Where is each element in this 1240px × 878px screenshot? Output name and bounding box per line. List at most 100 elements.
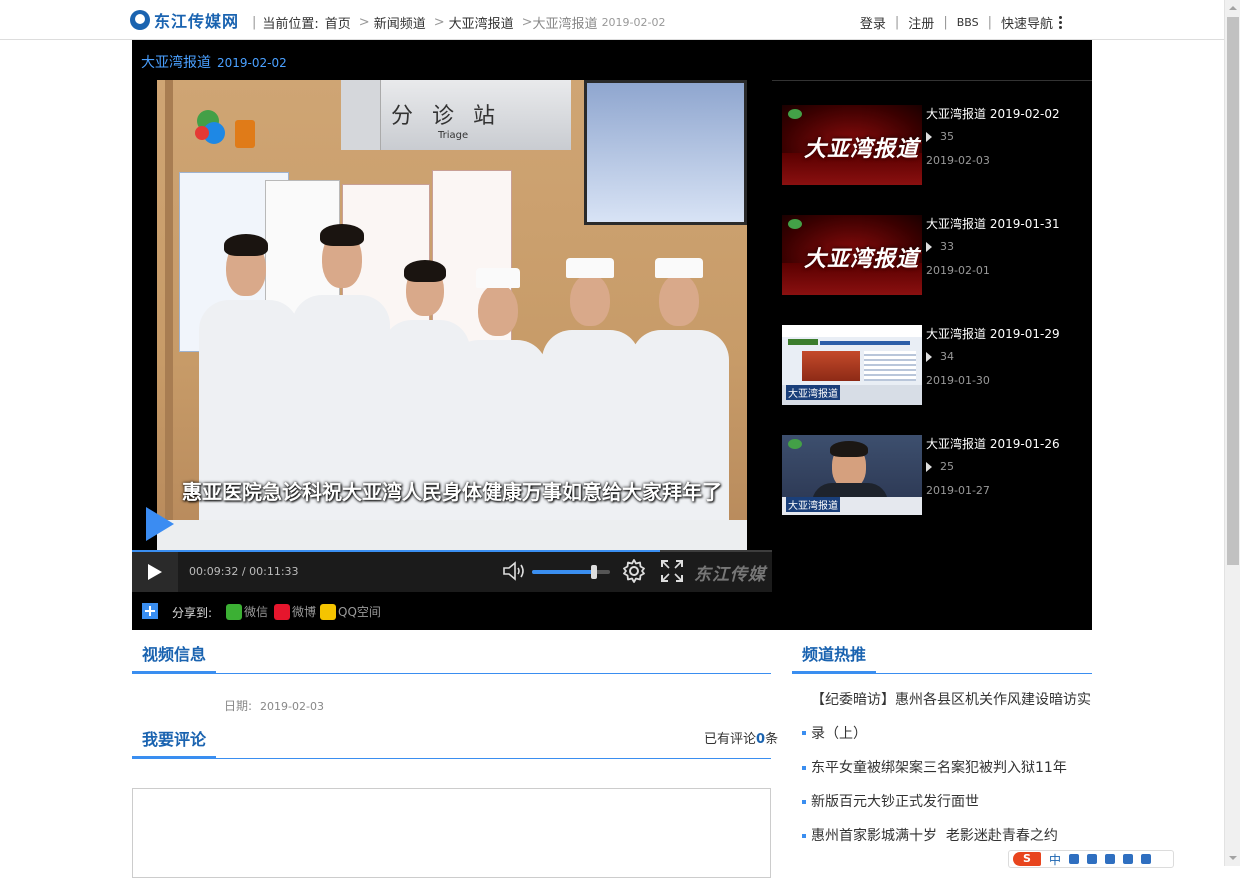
playlist-date: 2019-02-01 bbox=[926, 264, 990, 277]
tv-station-logo bbox=[193, 110, 233, 158]
keyboard-icon[interactable] bbox=[1123, 854, 1134, 864]
volume-slider[interactable] bbox=[532, 565, 610, 579]
hot-list-item[interactable]: 【纪委暗访】惠州各县区机关作风建设暗访实录（上） bbox=[800, 683, 1096, 751]
comment-count: 已有评论0条 bbox=[704, 728, 778, 747]
playlist-item[interactable]: 大亚湾报道 大亚湾报道 2019-01-31 33 2019-02-01 bbox=[782, 215, 1082, 297]
playlist-date: 2019-01-30 bbox=[926, 374, 990, 387]
playlist-title[interactable]: 大亚湾报道 2019-02-02 bbox=[926, 105, 1060, 122]
time-total: 00:11:33 bbox=[249, 565, 299, 578]
site-name: 东江传媒网 bbox=[154, 14, 240, 31]
share-wechat-label: 微信 bbox=[244, 605, 269, 619]
video-subtitle: 惠亚医院急诊科祝大亚湾人民身体健康万事如意给大家拜年了 bbox=[182, 480, 722, 504]
logo-icon bbox=[130, 10, 150, 30]
play-count-icon bbox=[926, 241, 932, 252]
player-panel: 大亚湾报道 2019-02-02 分 诊 站 Triage 惠亚医院急诊科祝大亚… bbox=[132, 40, 1092, 630]
breadcrumb-news[interactable]: 新闻频道 bbox=[374, 13, 426, 32]
playlist-thumbnail[interactable]: 大亚湾报道 bbox=[782, 105, 922, 185]
playlist-title[interactable]: 大亚湾报道 2019-01-29 bbox=[926, 325, 1060, 342]
bbs-link[interactable]: BBS bbox=[957, 16, 979, 29]
top-bar: 东江传媒网 | 当前位置: 首页 > 新闻频道 > 大亚湾报道 > 大亚湾报道 … bbox=[0, 0, 1224, 40]
share-weibo-label: 微博 bbox=[292, 605, 317, 619]
section-underline bbox=[876, 673, 1092, 674]
comment-header: 我要评论 bbox=[132, 725, 771, 759]
site-logo[interactable]: 东江传媒网 bbox=[130, 9, 239, 31]
playlist-title[interactable]: 大亚湾报道 2019-01-26 bbox=[926, 435, 1060, 452]
scene-sign: 分 诊 站 Triage bbox=[341, 80, 571, 150]
page-scrollbar[interactable] bbox=[1224, 0, 1240, 866]
playlist-views: 35 bbox=[926, 130, 954, 143]
nav-divider: | bbox=[943, 15, 948, 30]
playlist-item[interactable]: 大亚湾报道 大亚湾报道 2019-02-02 35 2019-02-03 bbox=[782, 105, 1082, 187]
playlist-views: 25 bbox=[926, 460, 954, 473]
plus-icon[interactable] bbox=[142, 603, 158, 619]
fire-badge-icon bbox=[235, 120, 255, 148]
play-count-icon bbox=[926, 351, 932, 362]
share-qzone[interactable]: QQ空间 bbox=[320, 603, 381, 620]
playlist-item[interactable]: 大亚湾报道 大亚湾报道 2019-01-29 34 2019-01-30 bbox=[782, 325, 1082, 407]
volume-icon[interactable] bbox=[502, 560, 526, 582]
date-label: 日期: bbox=[224, 699, 253, 713]
progress-bar[interactable] bbox=[132, 550, 772, 552]
hot-list-item[interactable]: 新版百元大钞正式发行面世 bbox=[800, 785, 1096, 819]
more-vertical-icon[interactable] bbox=[1059, 16, 1062, 29]
progress-fill bbox=[132, 550, 660, 552]
hot-list-item[interactable]: 惠州首家影城满十岁 老影迷赴青春之约 bbox=[800, 819, 1096, 853]
punctuation-icon[interactable] bbox=[1087, 854, 1098, 864]
hot-list-item[interactable]: 东平女童被绑架案三名案犯被判入狱11年 bbox=[800, 751, 1096, 785]
player-title-date: 2019-02-02 bbox=[217, 56, 287, 70]
share-wechat[interactable]: 微信 bbox=[226, 603, 268, 620]
playlist-thumbnail[interactable]: 大亚湾报道 bbox=[782, 325, 922, 405]
ime-language[interactable]: 中 bbox=[1049, 851, 1061, 868]
register-link[interactable]: 注册 bbox=[908, 13, 934, 32]
playlist-thumbnail[interactable]: 大亚湾报道 bbox=[782, 435, 922, 515]
breadcrumb: | 当前位置: 首页 > 新闻频道 > 大亚湾报道 > 大亚湾报道 2019-0… bbox=[246, 13, 666, 32]
playlist-thumbnail[interactable]: 大亚湾报道 bbox=[782, 215, 922, 295]
comment-count-number: 0 bbox=[756, 732, 766, 747]
share-label: 分享到: bbox=[172, 606, 213, 620]
volume-fill bbox=[532, 570, 595, 574]
moon-icon[interactable] bbox=[1069, 854, 1080, 864]
breadcrumb-channel[interactable]: 大亚湾报道 bbox=[449, 13, 514, 32]
breadcrumb-home[interactable]: 首页 bbox=[325, 13, 351, 32]
player-title: 大亚湾报道 2019-02-02 bbox=[141, 52, 287, 72]
comment-input[interactable] bbox=[132, 788, 771, 878]
player-controls: 00:09:32 / 00:11:33 东江传媒 bbox=[132, 550, 772, 592]
video-frame[interactable]: 分 诊 站 Triage 惠亚医院急诊科祝大亚湾人民身体健康万事如意给大家拜年了 bbox=[157, 80, 747, 550]
video-info-heading: 视频信息 bbox=[132, 640, 217, 674]
hot-header: 频道热推 bbox=[792, 640, 1092, 674]
top-nav: 登录 | 注册 | BBS | 快速导航 bbox=[860, 13, 1062, 32]
wrench-icon[interactable] bbox=[1141, 854, 1152, 864]
chevron-right-icon: > bbox=[433, 15, 445, 30]
chevron-right-icon: > bbox=[358, 15, 370, 30]
sogou-logo-icon: S bbox=[1013, 852, 1041, 866]
volume-knob[interactable] bbox=[591, 565, 598, 579]
player-title-text: 大亚湾报道 bbox=[141, 55, 211, 71]
playlist-views: 33 bbox=[926, 240, 954, 253]
video-info-header: 视频信息 bbox=[132, 640, 771, 674]
settings-gear-icon[interactable] bbox=[621, 558, 647, 584]
playlist-title[interactable]: 大亚湾报道 2019-01-31 bbox=[926, 215, 1060, 232]
playlist-item[interactable]: 大亚湾报道 大亚湾报道 2019-01-26 25 2019-01-27 bbox=[782, 435, 1082, 517]
video-info-date: 日期: 2019-02-03 bbox=[224, 697, 324, 714]
play-count-icon bbox=[926, 131, 932, 142]
comment-heading: 我要评论 bbox=[132, 725, 217, 759]
share-weibo[interactable]: 微博 bbox=[274, 603, 316, 620]
breadcrumb-current: 大亚湾报道 bbox=[532, 17, 598, 32]
brand-watermark: 东江传媒 bbox=[694, 565, 766, 585]
scroll-up-arrow[interactable] bbox=[1225, 0, 1240, 16]
fullscreen-icon[interactable] bbox=[660, 559, 684, 583]
play-overlay-icon[interactable] bbox=[146, 507, 174, 541]
scroll-thumb[interactable] bbox=[1227, 17, 1239, 565]
scroll-down-arrow[interactable] bbox=[1225, 850, 1240, 866]
breadcrumb-divider: | bbox=[252, 15, 257, 30]
hot-heading: 频道热推 bbox=[792, 640, 877, 674]
scene-counter bbox=[157, 520, 747, 550]
microphone-icon[interactable] bbox=[1105, 854, 1116, 864]
play-button[interactable] bbox=[132, 552, 178, 592]
login-link[interactable]: 登录 bbox=[860, 13, 886, 32]
quick-nav-link[interactable]: 快速导航 bbox=[1001, 13, 1053, 32]
breadcrumb-current-date: 2019-02-02 bbox=[601, 16, 666, 29]
scene-monitor bbox=[584, 80, 747, 225]
play-count-icon bbox=[926, 461, 932, 472]
ime-toolbar[interactable]: S 中 bbox=[1008, 850, 1174, 868]
